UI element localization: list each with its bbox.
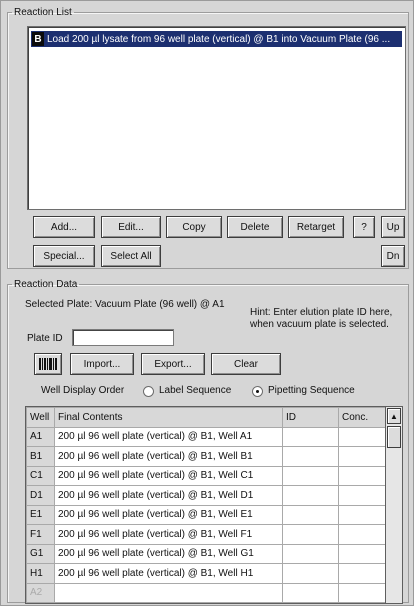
radio-icon[interactable] [143, 386, 154, 397]
contents-cell[interactable]: 200 µl 96 well plate (vertical) @ B1, We… [54, 543, 283, 564]
table-row[interactable]: C1 200 µl 96 well plate (vertical) @ B1,… [26, 465, 385, 486]
reaction-list-item-text: Load 200 µl lysate from 96 well plate (v… [47, 33, 391, 45]
table-header-row: Well Final Contents ID Conc. [26, 407, 385, 428]
import-button[interactable]: Import... [70, 353, 134, 375]
column-header-conc[interactable]: Conc. [338, 407, 385, 428]
table-row[interactable]: D1 200 µl 96 well plate (vertical) @ B1,… [26, 485, 385, 506]
id-cell[interactable] [282, 582, 339, 603]
barcode-icon [39, 358, 57, 370]
contents-cell[interactable]: 200 µl 96 well plate (vertical) @ B1, We… [54, 426, 283, 447]
column-header-well[interactable]: Well [26, 407, 55, 428]
conc-cell[interactable] [338, 485, 385, 506]
conc-cell[interactable] [338, 524, 385, 545]
id-cell[interactable] [282, 524, 339, 545]
well-cell: A1 [26, 426, 55, 447]
table-row[interactable]: G1 200 µl 96 well plate (vertical) @ B1,… [26, 543, 385, 564]
conc-cell[interactable] [338, 582, 385, 603]
delete-button[interactable]: Delete [227, 216, 283, 238]
contents-cell[interactable]: 200 µl 96 well plate (vertical) @ B1, We… [54, 465, 283, 486]
scrollbar-thumb[interactable] [387, 426, 401, 448]
well-cell: A2 [26, 582, 55, 603]
reaction-listbox[interactable]: B Load 200 µl lysate from 96 well plate … [27, 26, 406, 210]
conc-cell[interactable] [338, 465, 385, 486]
contents-cell[interactable]: 200 µl 96 well plate (vertical) @ B1, We… [54, 524, 283, 545]
table-row[interactable]: A1 200 µl 96 well plate (vertical) @ B1,… [26, 426, 385, 447]
conc-cell[interactable] [338, 446, 385, 467]
table-row[interactable]: B1 200 µl 96 well plate (vertical) @ B1,… [26, 446, 385, 467]
contents-cell[interactable] [54, 582, 283, 603]
move-down-button[interactable]: Dn [381, 245, 405, 267]
well-display-order-label: Well Display Order [41, 385, 125, 396]
well-cell: B1 [26, 446, 55, 467]
well-contents-table[interactable]: Well Final Contents ID Conc. A1 200 µl 9… [25, 406, 386, 604]
reaction-list-label: Reaction List [14, 7, 72, 18]
well-cell: C1 [26, 465, 55, 486]
id-cell[interactable] [282, 563, 339, 584]
column-header-id[interactable]: ID [282, 407, 339, 428]
clear-button[interactable]: Clear [211, 353, 281, 375]
table-row[interactable]: E1 200 µl 96 well plate (vertical) @ B1,… [26, 504, 385, 525]
column-header-final-contents[interactable]: Final Contents [54, 407, 283, 428]
contents-cell[interactable]: 200 µl 96 well plate (vertical) @ B1, We… [54, 563, 283, 584]
contents-cell[interactable]: 200 µl 96 well plate (vertical) @ B1, We… [54, 446, 283, 467]
pipetting-sequence-option[interactable]: Pipetting Sequence [268, 385, 355, 396]
reaction-list-item[interactable]: B Load 200 µl lysate from 96 well plate … [31, 31, 402, 47]
help-button[interactable]: ? [353, 216, 375, 238]
reaction-data-label: Reaction Data [14, 279, 78, 290]
reaction-editor-window: Reaction List B Load 200 µl lysate from … [0, 0, 414, 606]
well-cell: H1 [26, 563, 55, 584]
id-cell[interactable] [282, 426, 339, 447]
id-cell[interactable] [282, 446, 339, 467]
id-cell[interactable] [282, 543, 339, 564]
conc-cell[interactable] [338, 543, 385, 564]
table-row[interactable]: A2 [26, 582, 385, 603]
scroll-up-arrow-icon[interactable]: ▲ [387, 408, 401, 424]
special-button[interactable]: Special... [33, 245, 95, 267]
table-row[interactable]: H1 200 µl 96 well plate (vertical) @ B1,… [26, 563, 385, 584]
conc-cell[interactable] [338, 504, 385, 525]
well-cell: G1 [26, 543, 55, 564]
plate-id-label: Plate ID [27, 333, 63, 344]
plate-id-input[interactable] [72, 329, 174, 346]
selected-plate-text: Selected Plate: Vacuum Plate (96 well) @… [25, 299, 225, 310]
reaction-type-icon: B [32, 32, 44, 46]
barcode-button[interactable] [34, 353, 62, 375]
edit-button[interactable]: Edit... [101, 216, 161, 238]
export-button[interactable]: Export... [141, 353, 205, 375]
retarget-button[interactable]: Retarget [288, 216, 344, 238]
table-vertical-scrollbar[interactable]: ▲ [386, 406, 403, 604]
select-all-button[interactable]: Select All [101, 245, 161, 267]
contents-cell[interactable]: 200 µl 96 well plate (vertical) @ B1, We… [54, 485, 283, 506]
well-cell: D1 [26, 485, 55, 506]
radio-selected-icon[interactable] [252, 386, 263, 397]
table-row[interactable]: F1 200 µl 96 well plate (vertical) @ B1,… [26, 524, 385, 545]
label-sequence-option[interactable]: Label Sequence [159, 385, 231, 396]
copy-button[interactable]: Copy [166, 216, 222, 238]
conc-cell[interactable] [338, 426, 385, 447]
well-cell: F1 [26, 524, 55, 545]
hint-text: Hint: Enter elution plate ID here, when … [250, 307, 393, 330]
well-cell: E1 [26, 504, 55, 525]
id-cell[interactable] [282, 465, 339, 486]
conc-cell[interactable] [338, 563, 385, 584]
move-up-button[interactable]: Up [381, 216, 405, 238]
id-cell[interactable] [282, 485, 339, 506]
add-button[interactable]: Add... [33, 216, 95, 238]
id-cell[interactable] [282, 504, 339, 525]
contents-cell[interactable]: 200 µl 96 well plate (vertical) @ B1, We… [54, 504, 283, 525]
